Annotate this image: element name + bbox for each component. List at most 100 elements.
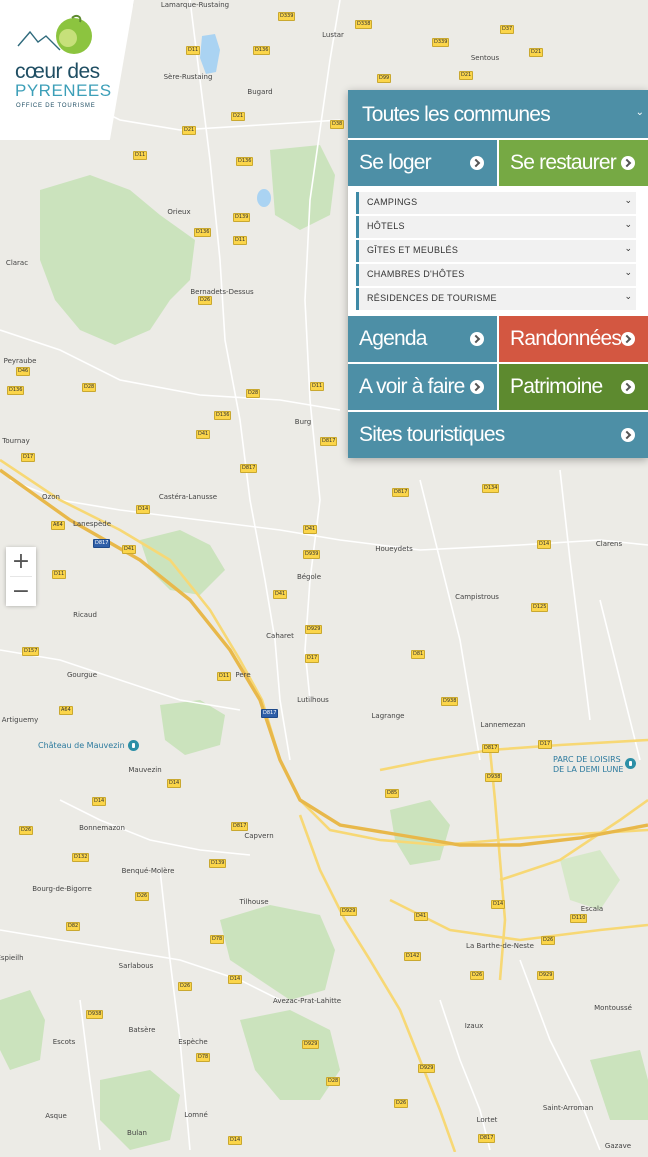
road-shield: D929 <box>340 907 358 916</box>
arrow-right-icon <box>470 156 484 170</box>
road-shield: D14 <box>228 1136 243 1145</box>
road-shield: D78 <box>210 935 225 944</box>
road-shield: D41 <box>122 545 137 554</box>
place-label: Bernadets-Dessus <box>190 288 254 296</box>
road-shield-motorway: D817 <box>93 539 111 548</box>
sites-touristiques-button[interactable]: Sites touristiques <box>348 412 648 458</box>
road-shield: D11 <box>233 236 248 245</box>
place-label: Lannemezan <box>480 721 526 729</box>
road-shield: D817 <box>392 488 410 497</box>
place-label: Ricaud <box>73 611 97 619</box>
se-loger-label: Se loger <box>359 151 432 174</box>
submenu-campings[interactable]: CAMPINGS ⌄ <box>356 192 636 214</box>
poi-chateau-mauvezin[interactable]: Château de Mauvezin <box>38 740 139 751</box>
place-label: Burg <box>294 418 312 426</box>
se-loger-button[interactable]: Se loger <box>348 140 497 186</box>
road-shield: D28 <box>326 1077 341 1086</box>
road-shield: D939 <box>303 550 321 559</box>
arrow-right-icon <box>621 156 635 170</box>
place-label: Montoussé <box>594 1004 632 1012</box>
poi-label: DE LA DEMI LUNE <box>553 765 624 774</box>
road-shield: D339 <box>432 38 450 47</box>
road-shield: D41 <box>273 590 288 599</box>
submenu-chambres[interactable]: CHAMBRES D'HÔTES ⌄ <box>356 264 636 286</box>
randonnees-button[interactable]: Randonnées <box>499 316 648 362</box>
communes-dropdown[interactable]: Toutes les communes ⌄ <box>348 90 648 138</box>
road-shield: D37 <box>500 25 515 34</box>
chevron-down-icon: ⌄ <box>624 219 632 229</box>
a-voir-label: A voir à faire <box>359 375 465 398</box>
road-shield: D11 <box>186 46 201 55</box>
road-shield: D26 <box>541 936 556 945</box>
place-label: Izaux <box>464 1022 484 1030</box>
road-shield: D26 <box>19 826 34 835</box>
place-label: Gourgue <box>66 671 98 679</box>
agenda-label: Agenda <box>359 327 427 350</box>
place-label: Gazave <box>604 1142 632 1150</box>
road-shield: D11 <box>133 151 148 160</box>
road-shield: D339 <box>278 12 296 21</box>
road-shield: D125 <box>531 603 549 612</box>
place-label: Bulan <box>127 1129 147 1137</box>
road-shield: D81 <box>411 650 426 659</box>
road-shield: D14 <box>537 540 552 549</box>
se-restaurer-button[interactable]: Se restaurer <box>499 140 648 186</box>
poi-label: PARC DE LOISIRS <box>553 755 621 764</box>
place-label: Batsère <box>128 1026 156 1034</box>
place-label: Capvern <box>244 832 274 840</box>
road-shield: D938 <box>441 697 459 706</box>
road-shield: D139 <box>233 213 251 222</box>
road-shield: D142 <box>404 952 422 961</box>
road-shield: D26 <box>394 1099 409 1108</box>
place-label: Pere <box>235 671 251 679</box>
road-shield: D82 <box>66 922 81 931</box>
place-label: Lustar <box>322 31 344 39</box>
poi-parc-demi-lune[interactable]: PARC DE LOISIRS DE LA DEMI LUNE <box>553 755 623 775</box>
arrow-right-icon <box>470 332 484 346</box>
road-shield: D78 <box>196 1053 211 1062</box>
road-shield: D85 <box>385 789 400 798</box>
zoom-out-button[interactable]: − <box>6 577 36 606</box>
place-label: Houeydets <box>375 545 413 553</box>
place-label: Peyraube <box>3 357 37 365</box>
submenu-hotels[interactable]: HÔTELS ⌄ <box>356 216 636 238</box>
category-panel: Toutes les communes ⌄ Se loger Se restau… <box>348 90 648 458</box>
zoom-in-button[interactable]: + <box>6 547 36 576</box>
road-shield: D938 <box>485 773 503 782</box>
patrimoine-button[interactable]: Patrimoine <box>499 364 648 410</box>
place-label: Benqué-Molère <box>121 867 175 875</box>
road-shield: D11 <box>217 672 232 681</box>
sites-label: Sites touristiques <box>359 423 505 446</box>
place-label: Lortet <box>476 1116 498 1124</box>
place-label: Lanespède <box>72 520 112 528</box>
submenu-label: GÎTES ET MEUBLÉS <box>367 245 459 255</box>
road-shield: A64 <box>51 521 65 530</box>
road-shield: D136 <box>7 386 25 395</box>
place-label: Mauvezin <box>128 766 162 774</box>
road-shield: D136 <box>236 157 254 166</box>
agenda-button[interactable]: Agenda <box>348 316 497 362</box>
road-shield: D41 <box>303 525 318 534</box>
road-shield: D28 <box>246 389 261 398</box>
place-label: Bugard <box>247 88 273 96</box>
submenu-gites[interactable]: GÎTES ET MEUBLÉS ⌄ <box>356 240 636 262</box>
zoom-control: + − <box>6 547 36 606</box>
place-label: Campistrous <box>455 593 499 601</box>
place-label: Sère-Rustaing <box>163 73 213 81</box>
logo-line-2: PYRENEES <box>15 81 112 100</box>
road-shield: D41 <box>196 430 211 439</box>
patrimoine-label: Patrimoine <box>510 375 603 398</box>
road-shield: D17 <box>305 654 320 663</box>
road-shield-motorway: D817 <box>261 709 279 718</box>
road-shield: D132 <box>72 853 90 862</box>
arrow-right-icon <box>621 428 635 442</box>
place-label: Bonnemazon <box>79 824 125 832</box>
road-shield: D21 <box>231 112 246 121</box>
arrow-right-icon <box>621 380 635 394</box>
road-shield: D14 <box>167 779 182 788</box>
place-label: Lutilhous <box>297 696 329 704</box>
submenu-residences[interactable]: RÉSIDENCES DE TOURISME ⌄ <box>356 288 636 310</box>
a-voir-button[interactable]: A voir à faire <box>348 364 497 410</box>
road-shield: D17 <box>538 740 553 749</box>
arrow-right-icon <box>470 380 484 394</box>
